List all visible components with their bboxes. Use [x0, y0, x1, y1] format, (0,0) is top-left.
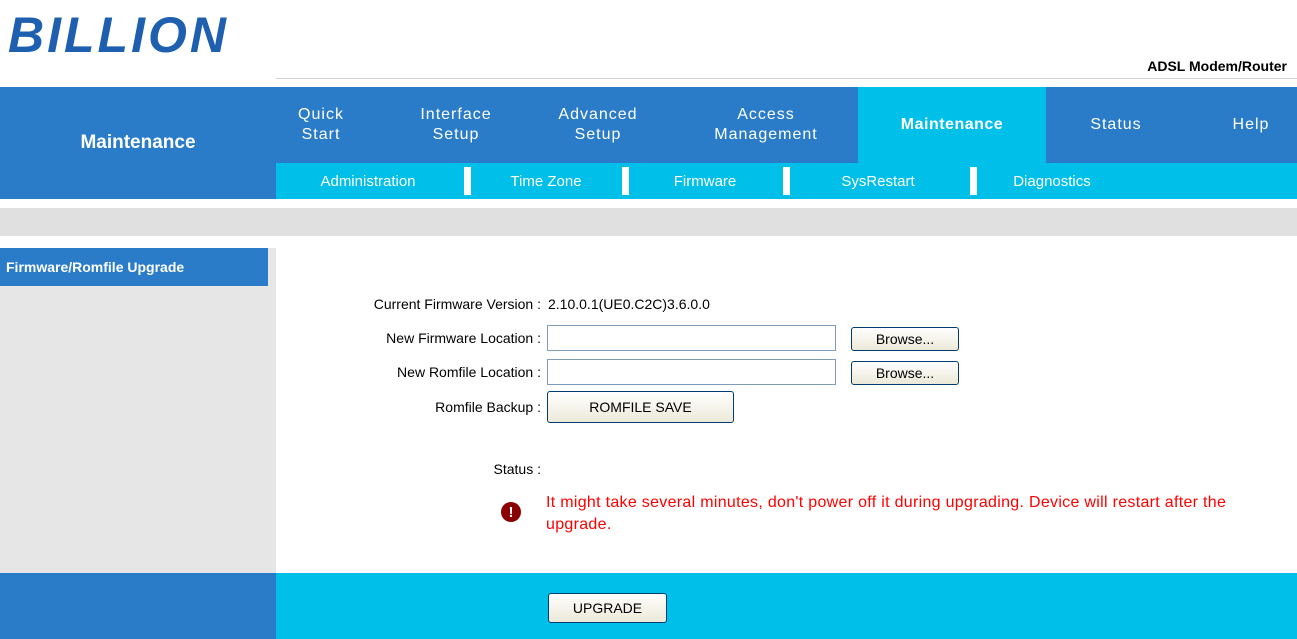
logo-text: BILLION: [8, 8, 229, 63]
status-warning-text: It might take several minutes, don't pow…: [546, 494, 1227, 533]
new-romfile-location-input[interactable]: [547, 359, 836, 385]
left-column: [0, 248, 276, 573]
subnav-separator: [783, 167, 790, 195]
subnav-administration[interactable]: Administration: [276, 163, 460, 199]
new-firmware-location-input[interactable]: [547, 325, 836, 351]
nav-interface-setup[interactable]: Interface Setup: [396, 87, 516, 163]
subnav-time-zone[interactable]: Time Zone: [472, 163, 620, 199]
left-panel-title-text: Firmware/Romfile Upgrade: [6, 259, 185, 275]
nav-label: Maintenance: [900, 116, 1004, 133]
subnav-separator: [970, 167, 977, 195]
romfile-backup-label: Romfile Backup :: [435, 399, 541, 415]
exclamation-circle-icon: !: [501, 502, 521, 522]
nav-access-management[interactable]: Access Management: [688, 87, 844, 163]
header-divider: [276, 78, 1297, 79]
new-romfile-label: New Romfile Location :: [397, 364, 541, 380]
nav-label-line2: Setup: [432, 126, 480, 143]
nav-maintenance[interactable]: Maintenance: [858, 87, 1046, 163]
new-firmware-label: New Firmware Location :: [386, 330, 541, 346]
romfile-save-button[interactable]: ROMFILE SAVE: [547, 391, 734, 423]
nav-label: Help: [1232, 116, 1270, 133]
subnav-diagnostics[interactable]: Diagnostics: [977, 163, 1127, 199]
subnav-sysrestart[interactable]: SysRestart: [790, 163, 966, 199]
nav-label-line1: Interface: [420, 106, 492, 123]
nav-label-line2: Management: [714, 126, 818, 143]
main-nav: Quick Start Interface Setup Advanced Setup …: [276, 87, 1297, 163]
billion-logo: BILLION: [8, 8, 229, 63]
sub-nav: Administration Time Zone Firmware SysRes…: [276, 163, 1297, 199]
section-title: Maintenance: [80, 132, 196, 153]
left-panel-title: Firmware/Romfile Upgrade: [0, 248, 268, 286]
subnav-separator: [464, 167, 471, 195]
upgrade-button[interactable]: UPGRADE: [548, 593, 667, 623]
nav-status[interactable]: Status: [1066, 87, 1166, 163]
subnav-separator: [622, 167, 629, 195]
nav-label-line1: Access: [737, 106, 795, 123]
nav-label-line1: Advanced: [558, 106, 638, 123]
nav-label-line1: Quick: [298, 106, 344, 123]
current-firmware-value: 2.10.0.1(UE0.C2C)3.6.0.0: [548, 296, 710, 312]
browse-firmware-button[interactable]: Browse...: [851, 327, 959, 351]
product-name: ADSL Modem/Router: [1147, 58, 1287, 74]
nav-help[interactable]: Help: [1206, 87, 1296, 163]
footer-bar: [276, 573, 1297, 639]
nav-label: Status: [1090, 116, 1142, 133]
footer-left: [0, 573, 276, 639]
nav-advanced-setup[interactable]: Advanced Setup: [538, 87, 658, 163]
current-firmware-label: Current Firmware Version :: [373, 296, 541, 312]
nav-label-line2: Setup: [574, 126, 622, 143]
nav-label-line2: Start: [301, 126, 341, 143]
spacer-band: [0, 208, 1297, 236]
subnav-firmware[interactable]: Firmware: [630, 163, 780, 199]
nav-quick-start[interactable]: Quick Start: [276, 87, 366, 163]
browse-romfile-button[interactable]: Browse...: [851, 361, 959, 385]
status-label: Status :: [493, 461, 541, 477]
